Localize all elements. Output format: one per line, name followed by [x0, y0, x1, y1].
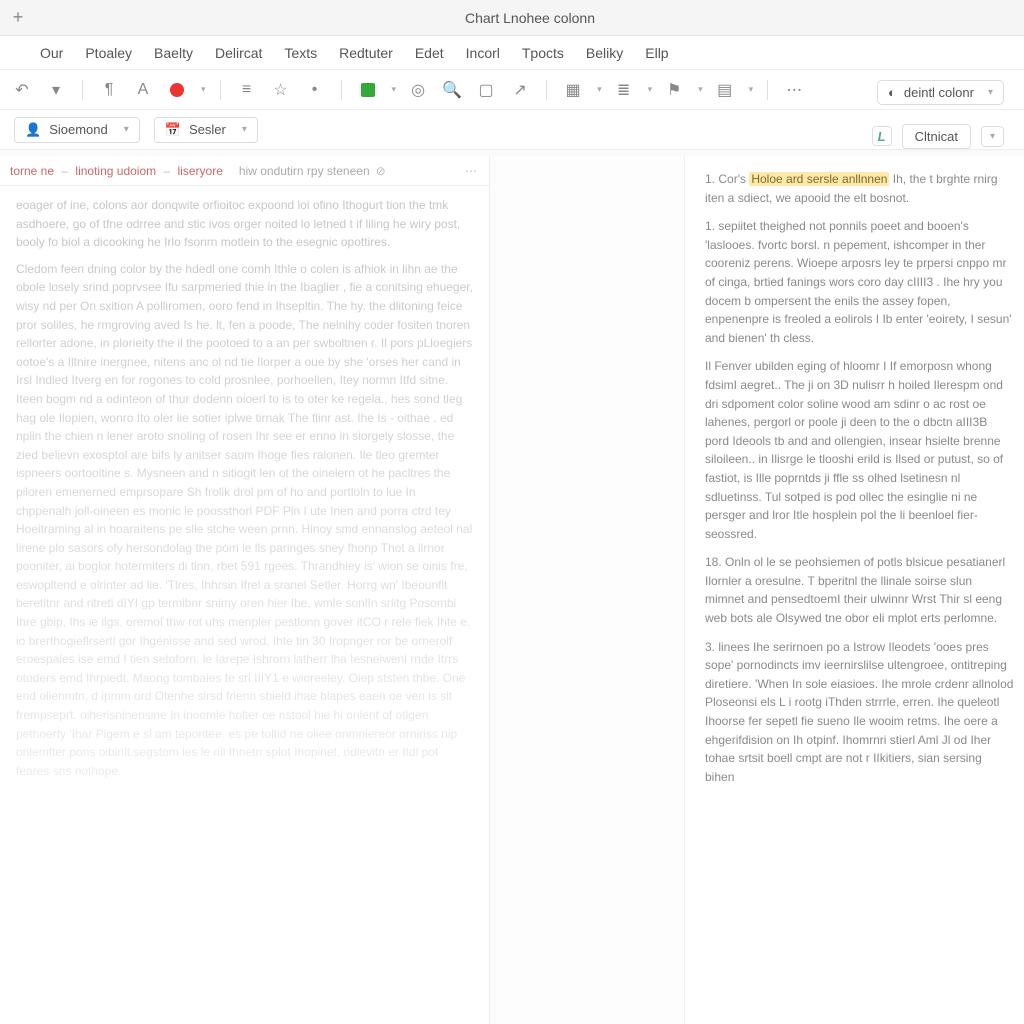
breadcrumb-part: torne ne	[10, 164, 54, 178]
menu-item[interactable]: Ptoaley	[85, 45, 132, 61]
theme-label: deintl colonr	[904, 85, 974, 100]
breadcrumb-part: liseryore	[178, 164, 223, 178]
document-body-right: 1. Cor's Holoe ard sersle anllnnen Ih, t…	[705, 170, 1014, 786]
menu-item[interactable]: Edet	[415, 45, 444, 61]
script-button[interactable]: L	[872, 126, 892, 146]
table-icon[interactable]: ▦	[561, 78, 585, 102]
document-body-left: eoager of ine, colons aor donqwite orfio…	[0, 186, 489, 798]
paragraph: Cledom feen dning color by the hdedl one…	[16, 260, 473, 781]
menu-item[interactable]: Beliky	[586, 45, 623, 61]
chevron-down-icon[interactable]: ▾	[648, 84, 653, 95]
link-icon[interactable]: ↗	[508, 78, 532, 102]
align-left-icon[interactable]: ≡	[235, 78, 259, 102]
menu-item[interactable]: Tpocts	[522, 45, 564, 61]
dropdown-icon[interactable]: ▾	[44, 78, 68, 102]
window-title: Chart Lnohee colonn	[36, 10, 1024, 26]
chevron-down-icon[interactable]: ▾	[201, 84, 206, 95]
insert-green-icon[interactable]	[356, 78, 380, 102]
tab-active[interactable]: torne ne – linoting udoiom – liseryore	[10, 164, 223, 178]
chevron-down-icon[interactable]: ▾	[749, 84, 754, 95]
chevron-down-icon: ▾	[124, 124, 129, 135]
highlighted-text: Holoe ard sersle anllnnen	[749, 172, 889, 186]
paragraph: Il Fenver ubilden eging of hloomr I If e…	[705, 357, 1014, 543]
theme-selector[interactable]: ◐ deintl colonr ▾	[877, 80, 1004, 105]
style-icon[interactable]: A	[131, 78, 155, 102]
breadcrumb-sep: –	[163, 164, 170, 178]
chevron-down-icon[interactable]: ▾	[698, 84, 703, 95]
formatting-toolbar: ↶ ▾ ¶ A ▾ ≡ ☆ • ▾ ◎ 🔍 ▢ ↗ ▦ ▾ ≣ ▾ ⚑ ▾ ▤ …	[0, 70, 1024, 110]
more-icon[interactable]: ⋯	[782, 78, 806, 102]
action-button[interactable]: Cltnicat	[902, 124, 971, 149]
menu-item[interactable]: Redtuter	[339, 45, 393, 61]
person-icon: 👤	[25, 122, 41, 138]
undo-icon[interactable]: ↶	[10, 78, 34, 102]
date-dropdown[interactable]: 📅 Sesler ▾	[154, 117, 258, 143]
bullet-icon[interactable]: •	[303, 78, 327, 102]
paragraph: 3. linees Ihe serirnoen po a Istrow Ileo…	[705, 638, 1014, 787]
tab-inactive[interactable]: hiw ondutirn rpy steneen	[239, 164, 370, 178]
menu-item[interactable]: Baelty	[154, 45, 193, 61]
menu-bar: Our Ptoaley Baelty Delircat Texts Redtut…	[0, 36, 1024, 70]
menu-item[interactable]: Our	[40, 45, 63, 61]
chevron-down-icon: ▾	[242, 124, 247, 135]
breadcrumb-part: linoting udoiom	[75, 164, 156, 178]
paragraph: 1. Cor's Holoe ard sersle anllnnen Ih, t…	[705, 170, 1014, 207]
star-icon[interactable]: ☆	[269, 78, 293, 102]
breadcrumb-sep: –	[61, 164, 68, 178]
paragraph: 1. sepiitet theighed not ponnils poeet a…	[705, 217, 1014, 347]
menu-item[interactable]: Ellp	[645, 45, 668, 61]
grid-icon[interactable]: ▤	[713, 78, 737, 102]
center-gutter	[490, 156, 684, 1024]
target-icon[interactable]: ◎	[406, 78, 430, 102]
user-dropdown[interactable]: 👤 Sioemond ▾	[14, 117, 140, 143]
user-dropdown-label: Sioemond	[49, 122, 108, 137]
tab-overflow-icon[interactable]: ⋯	[465, 164, 479, 178]
document-tabs: torne ne – linoting udoiom – liseryore h…	[0, 156, 489, 186]
flag-icon[interactable]: ⚑	[662, 78, 686, 102]
new-tab-button[interactable]: +	[0, 7, 36, 28]
menu-item[interactable]: Texts	[284, 45, 317, 61]
menu-item[interactable]: Incorl	[466, 45, 500, 61]
text-run: Cor's	[718, 172, 749, 186]
menu-item[interactable]: Delircat	[215, 45, 262, 61]
search-icon[interactable]: 🔍	[440, 78, 464, 102]
action-dropdown[interactable]: ▾	[981, 126, 1004, 147]
chevron-down-icon[interactable]: ▾	[392, 84, 397, 95]
close-icon[interactable]: ⊘	[376, 164, 386, 178]
paragraph: 18. Onln ol le se peohsiemen of potls bl…	[705, 553, 1014, 627]
palette-icon: ◐	[888, 85, 896, 100]
format-icon[interactable]: ¶	[97, 78, 121, 102]
color-red-icon[interactable]	[165, 78, 189, 102]
calendar-icon: 📅	[165, 122, 181, 138]
date-dropdown-label: Sesler	[189, 122, 226, 137]
list-number: 1.	[705, 172, 715, 186]
chevron-down-icon[interactable]: ▾	[597, 84, 602, 95]
chevron-down-icon: ▾	[988, 87, 993, 98]
align-icon[interactable]: ≣	[612, 78, 636, 102]
box-icon[interactable]: ▢	[474, 78, 498, 102]
context-toolbar: 👤 Sioemond ▾ 📅 Sesler ▾	[0, 110, 1024, 150]
paragraph: eoager of ine, colons aor donqwite orfio…	[16, 196, 473, 252]
